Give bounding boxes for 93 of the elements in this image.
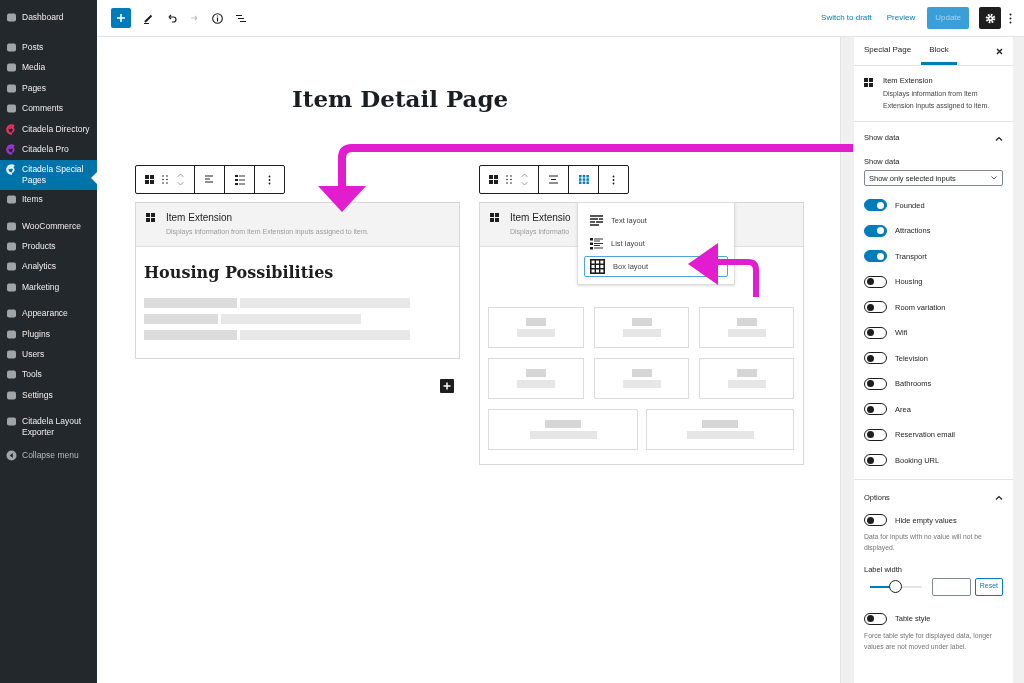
- collapse-menu-link[interactable]: Collapse menu: [0, 444, 97, 466]
- undo-icon[interactable]: [166, 12, 177, 24]
- move-arrows-icon: [176, 172, 185, 187]
- sidebar-menu-item[interactable]: WooCommerce: [0, 216, 97, 237]
- menu-icon: [6, 281, 17, 293]
- plus-icon: [116, 13, 126, 23]
- menu-icon: [6, 416, 17, 428]
- sidebar-menu-item[interactable]: Posts: [0, 37, 97, 58]
- menu-icon: [6, 348, 17, 360]
- chevron-up-icon: [995, 494, 1003, 500]
- menu-icon: [6, 11, 17, 23]
- sidebar-menu-item[interactable]: Citadela Special Pages: [0, 159, 97, 190]
- drag-handle-icon: [506, 175, 512, 184]
- more-options-icon: [1009, 12, 1012, 24]
- panel-tab[interactable]: Special Page: [864, 37, 912, 65]
- box-layout-icon: [578, 175, 589, 184]
- menu-icon: [6, 389, 17, 401]
- toggle-switch[interactable]: [864, 612, 887, 625]
- list-layout-icon: [234, 174, 245, 185]
- sidebar-menu-item[interactable]: Citadela Pro: [0, 139, 97, 160]
- chevron-down-icon: [991, 176, 997, 181]
- sidebar-menu-item[interactable]: Citadela Layout Exporter: [0, 411, 97, 443]
- sidebar-menu-item[interactable]: Plugins: [0, 323, 97, 345]
- toggle-switch[interactable]: [864, 224, 887, 237]
- preview-link[interactable]: Preview: [886, 12, 916, 24]
- sidebar-menu-item[interactable]: Products: [0, 236, 97, 257]
- sidebar-menu-item[interactable]: Media: [0, 57, 97, 79]
- label-width-input[interactable]: [931, 577, 971, 596]
- sidebar-menu-item[interactable]: Comments: [0, 98, 97, 119]
- sidebar-menu-item[interactable]: Appearance: [0, 303, 97, 324]
- chevron-up-icon: [995, 135, 1003, 141]
- block-name: Item Extensio: [510, 212, 571, 224]
- block-type-icon: [146, 213, 155, 222]
- insert-block-button[interactable]: [440, 379, 454, 393]
- block-heading: Housing Possibilities: [144, 263, 335, 283]
- sidebar-menu-item[interactable]: Users: [0, 344, 97, 365]
- panel-tab[interactable]: Block: [921, 37, 957, 65]
- sidebar-menu-item[interactable]: Settings: [0, 385, 97, 406]
- slider-thumb[interactable]: [889, 579, 903, 593]
- toggle-switch[interactable]: [864, 301, 887, 314]
- box-layout-icon: [590, 259, 605, 274]
- menu-icon: [6, 220, 17, 232]
- toggle-switch[interactable]: [864, 326, 887, 339]
- menu-icon: [6, 42, 17, 54]
- text-layout-icon: [590, 215, 603, 226]
- annotation-arrow: [688, 243, 759, 297]
- toggle-switch[interactable]: [864, 514, 887, 527]
- sidebar-menu-item[interactable]: Marketing: [0, 277, 97, 298]
- sidebar-menu-item[interactable]: Tools: [0, 364, 97, 385]
- menu-icon: [6, 261, 17, 273]
- sidebar-menu-item[interactable]: Analytics: [0, 256, 97, 278]
- settings-button[interactable]: [979, 7, 1001, 29]
- block-name: Item Extension: [166, 212, 234, 224]
- menu-icon: [6, 194, 17, 206]
- list-layout-icon: [590, 237, 603, 250]
- add-block-button[interactable]: [111, 8, 131, 28]
- menu-icon: [6, 328, 17, 340]
- edit-pencil-icon[interactable]: [143, 12, 154, 24]
- sidebar-menu-item[interactable]: Citadela Directory: [0, 118, 97, 140]
- menu-icon: [6, 308, 17, 320]
- collapse-icon: [6, 449, 17, 461]
- switch-to-draft-link[interactable]: Switch to draft: [821, 12, 872, 24]
- align-center-icon: [548, 175, 559, 184]
- page-title: Item Detail Page: [291, 85, 510, 113]
- sidebar-menu-item[interactable]: Items: [0, 189, 97, 210]
- toggle-switch[interactable]: [864, 377, 887, 390]
- align-left-icon: [204, 175, 215, 184]
- menu-icon: [6, 82, 17, 94]
- more-options-icon: [268, 174, 271, 185]
- toggle-switch[interactable]: [864, 403, 887, 416]
- toggle-switch[interactable]: [864, 199, 887, 212]
- drag-handle-icon: [162, 175, 168, 184]
- gear-icon: [984, 12, 996, 24]
- toggle-switch[interactable]: [864, 352, 887, 365]
- menu-icon: [6, 369, 17, 381]
- outline-list-icon[interactable]: [235, 12, 246, 24]
- sidebar-menu-item[interactable]: Pages: [0, 78, 97, 99]
- block-type-icon: [145, 175, 154, 184]
- sidebar-menu-item[interactable]: Dashboard: [0, 7, 97, 28]
- block-type-icon: [864, 78, 873, 87]
- selection-notch: [91, 171, 97, 184]
- toggle-switch[interactable]: [864, 250, 887, 263]
- menu-icon: [6, 241, 17, 253]
- menu-icon: [6, 103, 17, 115]
- toggle-switch[interactable]: [864, 454, 887, 467]
- toggle-switch[interactable]: [864, 275, 887, 288]
- toggle-switch[interactable]: [864, 428, 887, 441]
- more-options-icon: [612, 174, 615, 185]
- info-icon[interactable]: [212, 12, 223, 24]
- block-type-icon: [489, 175, 498, 184]
- move-arrows-icon: [520, 172, 529, 187]
- block-type-icon: [490, 213, 499, 222]
- menu-icon: [6, 62, 17, 74]
